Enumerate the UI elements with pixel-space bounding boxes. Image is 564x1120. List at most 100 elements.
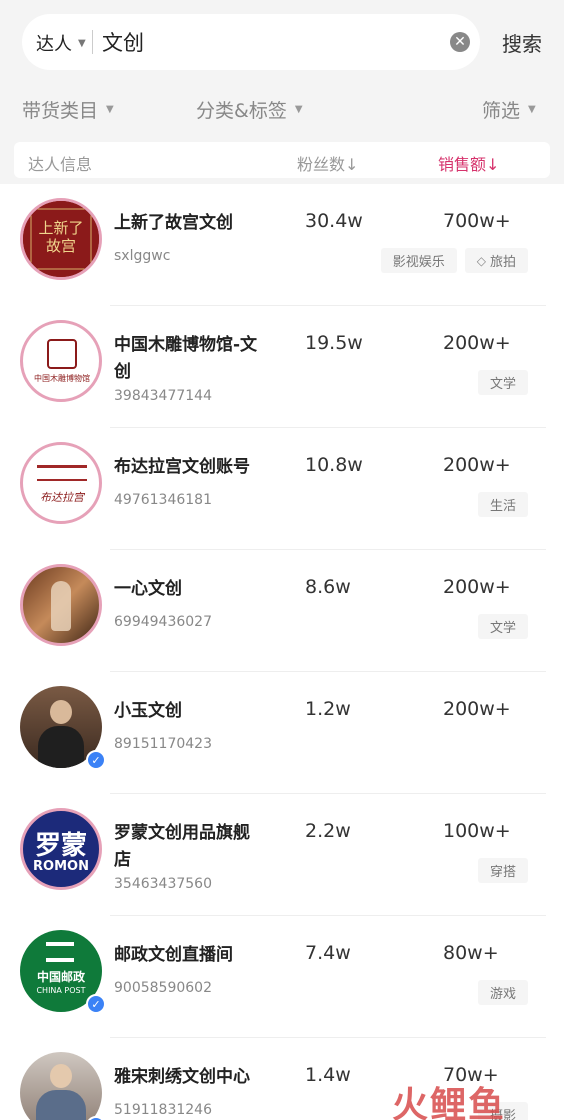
col-fans-sort[interactable]: 粉丝数↓ xyxy=(297,151,358,175)
search-bar: 达人 ▼ ✕ 搜索 xyxy=(0,0,564,84)
potala-roof-icon xyxy=(37,465,87,481)
search-box[interactable]: 达人 ▼ ✕ xyxy=(22,14,480,70)
body-icon xyxy=(38,726,84,768)
sales-amount: 200w+ xyxy=(443,332,511,354)
fans-count: 2.2w xyxy=(305,820,351,842)
influencer-id: 89151170423 xyxy=(114,736,212,752)
tag: 影视娱乐 xyxy=(380,248,457,273)
column-header: 达人信息 粉丝数↓ 销售额↓ xyxy=(0,138,564,184)
tag: ◇ 旅拍 xyxy=(464,248,528,273)
figure-icon xyxy=(51,581,71,631)
tag: 文学 xyxy=(477,370,528,395)
col-sales-sort[interactable]: 销售额↓ xyxy=(438,151,499,175)
sales-amount: 200w+ xyxy=(443,454,511,476)
fans-count: 19.5w xyxy=(305,332,363,354)
search-button[interactable]: 搜索 xyxy=(502,28,542,57)
sales-amount: 700w+ xyxy=(443,210,511,232)
avatar-text: 中国邮政 xyxy=(36,970,85,984)
clear-icon[interactable]: ✕ xyxy=(450,32,470,52)
fans-count: 1.2w xyxy=(305,698,351,720)
column-header-bar: 达人信息 粉丝数↓ 销售额↓ xyxy=(14,142,550,178)
avatar-text: 中国木雕博物馆 xyxy=(34,374,90,383)
influencer-id: sxlggwc xyxy=(114,248,171,264)
avatar-subtext: CHINA POST xyxy=(36,986,86,995)
verified-icon: ✓ xyxy=(86,994,106,1014)
avatar-text: 布达拉宫 xyxy=(40,491,84,504)
tags-filter[interactable]: 分类&标签 ▼ xyxy=(196,96,303,123)
body-icon xyxy=(36,1090,86,1120)
tag: 文学 xyxy=(477,614,528,639)
influencer-name: 上新了故宫文创 xyxy=(114,213,233,233)
fans-count: 30.4w xyxy=(305,210,363,232)
col-sales-label: 销售额 xyxy=(438,155,487,174)
tag: 穿搭 xyxy=(477,858,528,883)
sales-amount: 80w+ xyxy=(443,942,499,964)
photo-avatar-icon xyxy=(20,564,102,646)
influencer-name: 中国木雕博物馆-文创 xyxy=(114,335,258,382)
influencer-name: 罗蒙文创用品旗舰店 xyxy=(114,823,250,870)
museum-logo-icon: 中国木雕博物馆 xyxy=(20,320,102,402)
avatar-subtext: ROMON xyxy=(33,859,89,874)
tag-list: 游戏 xyxy=(477,980,528,1005)
list-item[interactable]: 罗蒙 ROMON 罗蒙文创用品旗舰店 35463437560 2.2w 100w… xyxy=(0,794,564,916)
avatar-text: 罗蒙 xyxy=(34,831,87,861)
influencer-id: 69949436027 xyxy=(114,614,212,630)
category-filter-label: 带货类目 xyxy=(22,100,99,122)
tag: 游戏 xyxy=(477,980,528,1005)
fans-count: 7.4w xyxy=(305,942,351,964)
col-fans-label: 粉丝数 xyxy=(297,155,346,174)
sales-amount: 200w+ xyxy=(443,576,511,598)
category-filter[interactable]: 带货类目 ▼ xyxy=(22,96,114,123)
museum-seal-icon xyxy=(47,339,77,369)
post-emblem-icon xyxy=(46,942,74,962)
list-item[interactable]: 中国木雕博物馆 中国木雕博物馆-文创 39843477144 19.5w 200… xyxy=(0,306,564,428)
caret-down-icon: ▼ xyxy=(294,104,303,115)
influencer-name: 雅宋刺绣文创中心 xyxy=(114,1067,250,1087)
tag-list: 影视娱乐 ◇ 旅拍 xyxy=(380,248,528,273)
tag-list: 文学 xyxy=(477,614,528,639)
list-item[interactable]: 上新了故宫 上新了故宫文创 sxlggwc 30.4w 700w+ 影视娱乐 ◇… xyxy=(0,184,564,306)
influencer-name: 小玉文创 xyxy=(114,701,182,721)
avatar-text: 上新了故宫 xyxy=(38,219,84,255)
filter-bar: 带货类目 ▼ 分类&标签 ▼ 筛选 ▼ xyxy=(0,84,564,138)
tag-icon: ◇ xyxy=(476,253,486,268)
influencer-id: 90058590602 xyxy=(114,980,212,996)
search-input[interactable] xyxy=(102,24,432,60)
watermark-logo: 火鲤鱼 xyxy=(392,1085,507,1120)
list-item[interactable]: 中国邮政 CHINA POST ✓ 邮政文创直播间 90058590602 7.… xyxy=(0,916,564,1038)
sales-amount: 100w+ xyxy=(443,820,511,842)
col-info: 达人信息 xyxy=(28,155,93,174)
sort-icon: ↓ xyxy=(345,155,359,174)
influencer-name: 邮政文创直播间 xyxy=(114,945,233,965)
tags-filter-label: 分类&标签 xyxy=(196,100,287,122)
list-item[interactable]: 布达拉宫 布达拉宫文创账号 49761346181 10.8w 200w+ 生活 xyxy=(0,428,564,550)
caret-down-icon: ▼ xyxy=(106,104,114,115)
influencer-id: 35463437560 xyxy=(114,876,212,892)
potala-logo-icon: 布达拉宫 xyxy=(20,442,102,524)
influencer-name: 一心文创 xyxy=(114,579,182,599)
screen-filter-label: 筛选 xyxy=(482,100,521,122)
list-item[interactable]: ✓ 小玉文创 89151170423 1.2w 200w+ xyxy=(0,672,564,794)
divider xyxy=(92,30,93,54)
gugong-logo-icon: 上新了故宫 xyxy=(20,198,102,280)
fans-count: 8.6w xyxy=(305,576,351,598)
influencer-id: 39843477144 xyxy=(114,388,212,404)
search-scope-dropdown[interactable]: 达人 ▼ xyxy=(36,30,86,56)
tag-list: 穿搭 xyxy=(477,858,528,883)
person-avatar-icon xyxy=(20,1052,102,1120)
sales-amount: 200w+ xyxy=(443,698,511,720)
influencer-id: 49761346181 xyxy=(114,492,212,508)
fans-count: 1.4w xyxy=(305,1064,351,1086)
verified-icon: ✓ xyxy=(86,750,106,770)
caret-down-icon: ▼ xyxy=(78,37,86,49)
caret-down-icon: ▼ xyxy=(528,104,536,115)
romon-logo-icon: 罗蒙 ROMON xyxy=(20,808,102,890)
tag-list: 生活 xyxy=(477,492,528,517)
search-scope-label: 达人 xyxy=(36,34,72,55)
list-item[interactable]: 一心文创 69949436027 8.6w 200w+ 文学 xyxy=(0,550,564,672)
tag-label: 旅拍 xyxy=(489,255,516,270)
head-icon xyxy=(50,700,72,724)
tag: 生活 xyxy=(477,492,528,517)
screen-filter[interactable]: 筛选 ▼ xyxy=(482,96,536,123)
fans-count: 10.8w xyxy=(305,454,363,476)
